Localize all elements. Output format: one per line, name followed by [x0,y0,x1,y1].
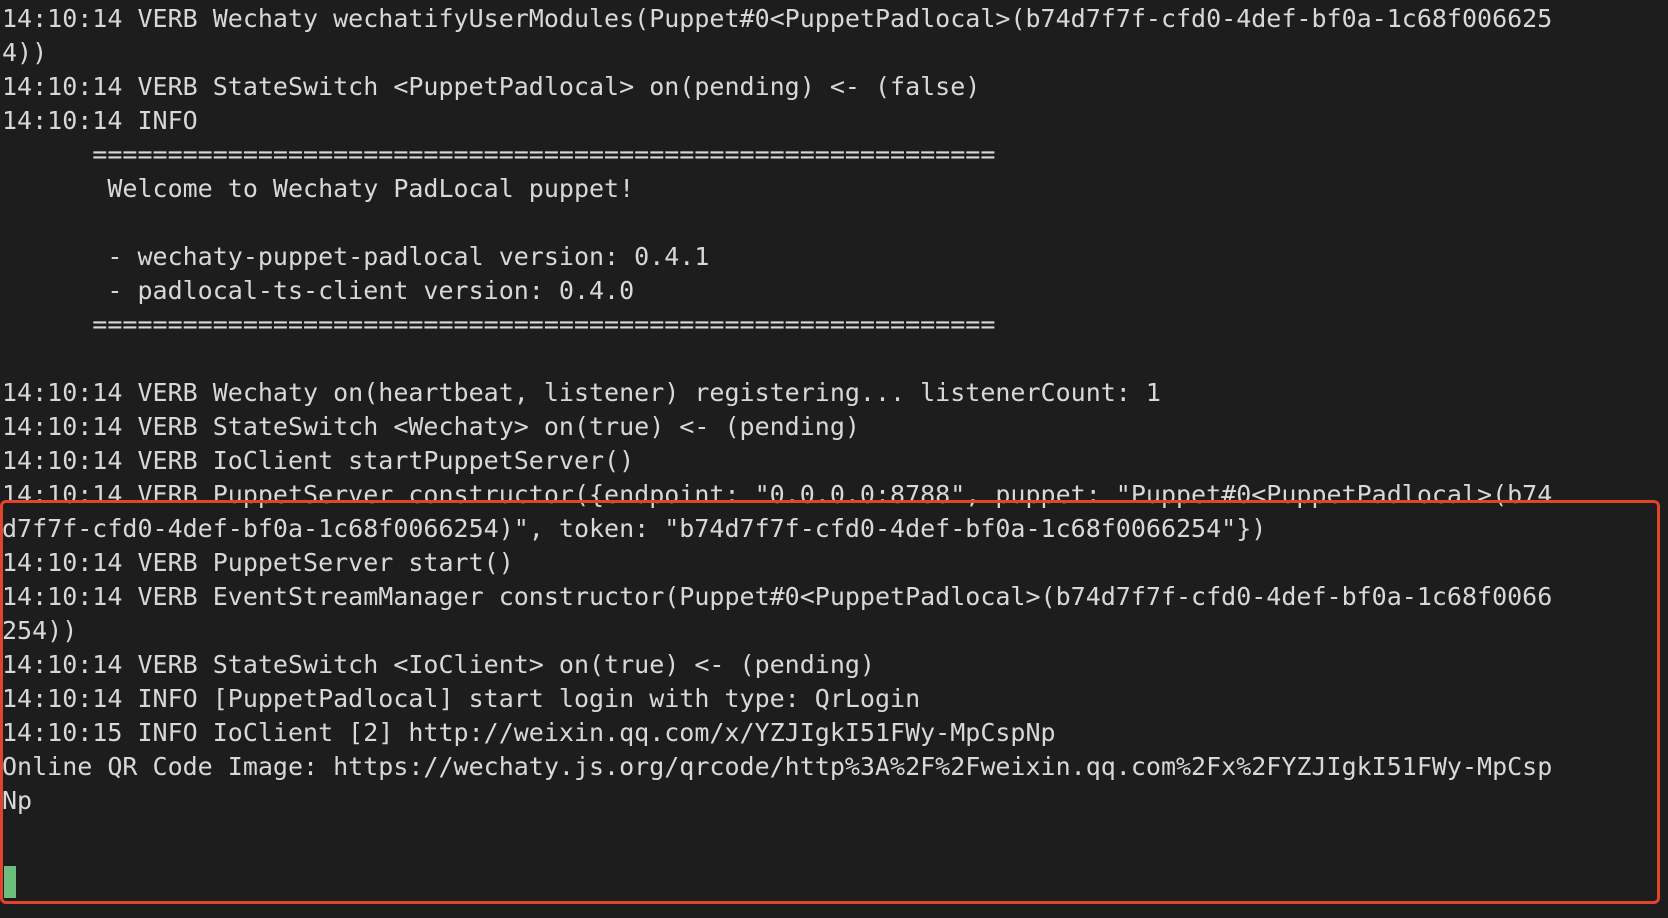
log-line-url[interactable]: 14:10:15 INFO IoClient [2] http://weixin… [2,715,1056,751]
log-line: 14:10:14 VERB StateSwitch <IoClient> on(… [2,650,875,679]
log-line: 14:10:14 VERB IoClient startPuppetServer… [2,446,635,475]
log-line: 14:10:14 INFO [PuppetPadlocal] start log… [2,684,921,713]
log-line: 14:10:14 VERB PuppetServer start() [2,548,514,577]
log-line: 14:10:14 VERB StateSwitch <Wechaty> on(t… [2,412,860,441]
log-line: 14:10:14 VERB Wechaty on(heartbeat, list… [2,378,1161,407]
qr-code-url-line[interactable]: Np [2,783,32,819]
qr-code-url-line[interactable]: Online QR Code Image: https://wechaty.js… [2,749,1552,785]
log-line: 14:10:14 VERB PuppetServer constructor({… [2,480,1553,509]
log-line: 14:10:14 VERB Wechaty wechatifyUserModul… [2,4,1553,33]
banner-welcome: Welcome to Wechaty PadLocal puppet! [2,174,635,203]
banner-version-client: - padlocal-ts-client version: 0.4.0 [2,276,635,305]
log-line: 4)) [2,38,48,67]
banner-divider: ========================================… [2,140,996,169]
log-line: 14:10:14 VERB StateSwitch <PuppetPadloca… [2,72,981,101]
terminal-cursor [4,866,16,898]
log-line: 14:10:14 INFO [2,106,198,135]
log-line: d7f7f-cfd0-4def-bf0a-1c68f0066254)", tok… [2,514,1267,543]
banner-divider: ========================================… [2,310,996,339]
log-line: 14:10:14 VERB EventStreamManager constru… [2,582,1553,611]
log-line: 254)) [2,616,78,645]
banner-version-puppet: - wechaty-puppet-padlocal version: 0.4.1 [2,242,710,271]
terminal-window[interactable]: 14:10:14 VERB Wechaty wechatifyUserModul… [0,0,1668,918]
